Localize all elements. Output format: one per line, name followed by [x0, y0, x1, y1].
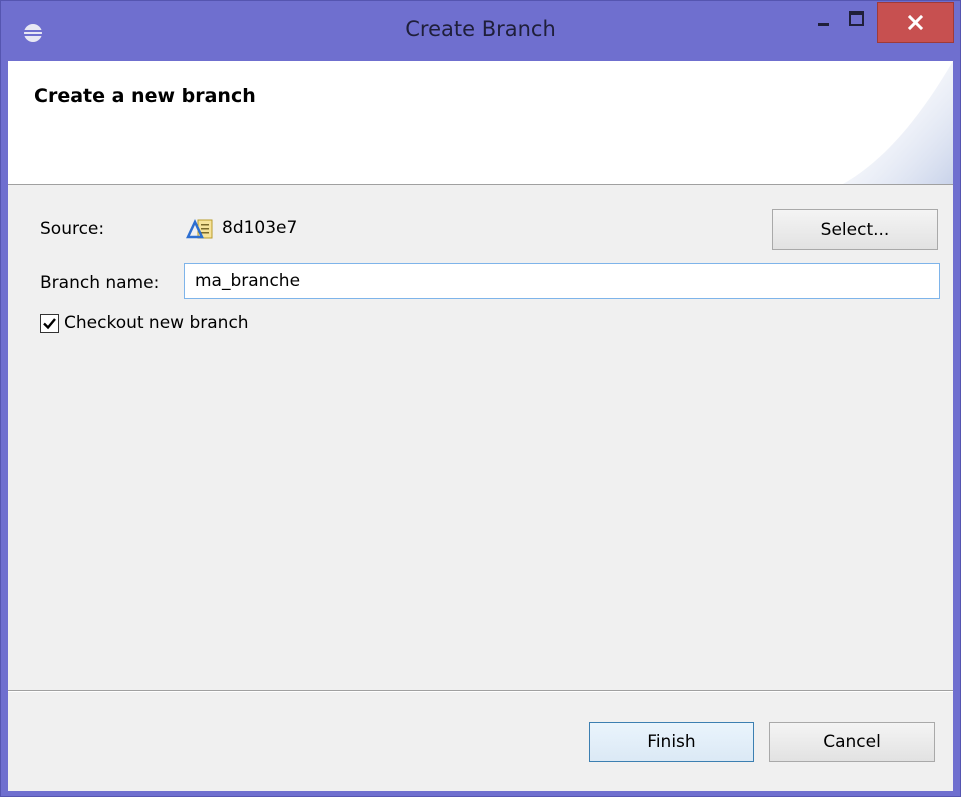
- title-bar[interactable]: Create Branch: [1, 1, 960, 61]
- maximize-button[interactable]: [840, 2, 873, 43]
- button-separator: [8, 690, 953, 692]
- minimize-button[interactable]: [807, 2, 840, 43]
- close-icon: [907, 14, 924, 31]
- cancel-button[interactable]: Cancel: [769, 722, 935, 762]
- banner-gradient-decoration: [843, 61, 953, 184]
- dialog-body: Create a new branch Source: 8d103e7 Sele…: [8, 61, 953, 791]
- source-commit-id: 8d103e7: [222, 218, 298, 238]
- source-label: Source:: [40, 219, 105, 239]
- maximize-icon: [849, 11, 864, 26]
- checkmark-icon: [43, 318, 56, 330]
- page-title: Create a new branch: [34, 85, 256, 107]
- finish-button[interactable]: Finish: [589, 722, 754, 762]
- header-banner: Create a new branch: [8, 61, 953, 185]
- close-button[interactable]: [877, 2, 954, 43]
- eclipse-icon: [24, 24, 42, 42]
- commit-icon: [186, 219, 213, 239]
- minimize-icon: [818, 23, 829, 26]
- branch-name-label: Branch name:: [40, 273, 160, 293]
- dialog-window: Create Branch Create a new branch Source…: [0, 0, 961, 797]
- branch-name-input[interactable]: [184, 263, 940, 299]
- select-source-button[interactable]: Select...: [772, 209, 938, 250]
- checkout-label[interactable]: Checkout new branch: [64, 313, 249, 333]
- checkout-checkbox[interactable]: [40, 314, 59, 333]
